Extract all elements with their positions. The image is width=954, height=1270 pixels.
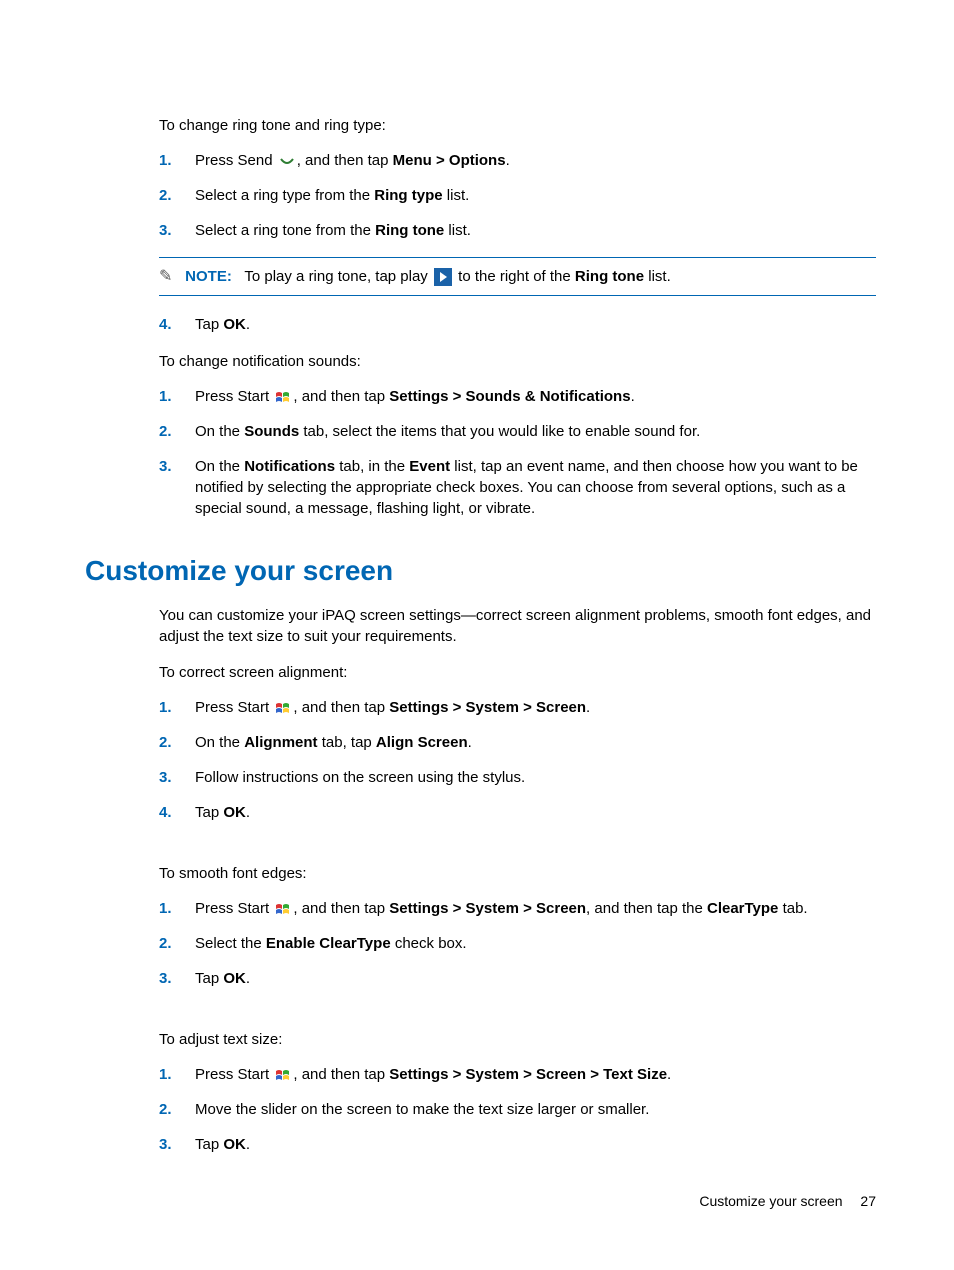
windows-start-icon xyxy=(275,1068,291,1082)
page-number: 27 xyxy=(860,1193,876,1209)
note-box: ✎ NOTE: To play a ring tone, tap play to… xyxy=(159,257,876,296)
step-number: 2. xyxy=(159,1099,195,1120)
sub-heading: To smooth font edges: xyxy=(159,863,876,884)
list-item: 2. Move the slider on the screen to make… xyxy=(159,1099,876,1120)
note-label: NOTE: xyxy=(185,268,232,285)
step-text: Tap OK. xyxy=(195,1134,876,1155)
step-number: 2. xyxy=(159,732,195,753)
step-text: Press Start , and then tap Settings > Sy… xyxy=(195,697,876,718)
step-text: Tap OK. xyxy=(195,968,876,989)
step-number: 1. xyxy=(159,150,195,171)
list-alignment: 1. Press Start , and then tap Settings >… xyxy=(159,697,876,823)
step-number: 4. xyxy=(159,314,195,335)
list-ringtone-cont: 4. Tap OK. xyxy=(159,314,876,335)
send-icon xyxy=(279,155,295,167)
list-item: 3. Follow instructions on the screen usi… xyxy=(159,767,876,788)
page-footer: Customize your screen 27 xyxy=(699,1192,876,1212)
step-number: 1. xyxy=(159,898,195,919)
list-item: 3. Tap OK. xyxy=(159,968,876,989)
footer-title: Customize your screen xyxy=(699,1193,842,1209)
step-text: Move the slider on the screen to make th… xyxy=(195,1099,876,1120)
step-number: 4. xyxy=(159,802,195,823)
play-icon xyxy=(434,268,452,286)
list-item: 3. Tap OK. xyxy=(159,1134,876,1155)
list-textsize: 1. Press Start , and then tap Settings >… xyxy=(159,1064,876,1155)
step-number: 2. xyxy=(159,421,195,442)
list-item: 4. Tap OK. xyxy=(159,314,876,335)
list-item: 3. Select a ring tone from the Ring tone… xyxy=(159,220,876,241)
list-item: 4. Tap OK. xyxy=(159,802,876,823)
step-text: Select a ring type from the Ring type li… xyxy=(195,185,876,206)
list-item: 1. Press Start , and then tap Settings >… xyxy=(159,898,876,919)
note-icon: ✎ xyxy=(159,268,177,286)
list-item: 1. Press Start , and then tap Settings >… xyxy=(159,1064,876,1085)
step-number: 2. xyxy=(159,185,195,206)
document-page: To change ring tone and ring type: 1. Pr… xyxy=(0,0,954,1270)
step-number: 3. xyxy=(159,220,195,241)
step-number: 2. xyxy=(159,933,195,954)
list-ringtone: 1. Press Send , and then tap Menu > Opti… xyxy=(159,150,876,241)
windows-start-icon xyxy=(275,701,291,715)
step-text: Tap OK. xyxy=(195,314,876,335)
step-number: 3. xyxy=(159,767,195,788)
step-text: Press Start , and then tap Settings > So… xyxy=(195,386,876,407)
section-intro: You can customize your iPAQ screen setti… xyxy=(159,605,876,647)
list-item: 3. On the Notifications tab, in the Even… xyxy=(159,456,876,519)
list-item: 2. Select the Enable ClearType check box… xyxy=(159,933,876,954)
list-item: 2. On the Alignment tab, tap Align Scree… xyxy=(159,732,876,753)
intro-ringtone: To change ring tone and ring type: xyxy=(159,115,876,136)
list-cleartype: 1. Press Start , and then tap Settings >… xyxy=(159,898,876,989)
list-item: 1. Press Send , and then tap Menu > Opti… xyxy=(159,150,876,171)
list-notifications: 1. Press Start , and then tap Settings >… xyxy=(159,386,876,519)
list-item: 1. Press Start , and then tap Settings >… xyxy=(159,386,876,407)
sub-heading: To adjust text size: xyxy=(159,1029,876,1050)
step-text: On the Alignment tab, tap Align Screen. xyxy=(195,732,876,753)
step-text: On the Notifications tab, in the Event l… xyxy=(195,456,876,519)
step-number: 3. xyxy=(159,456,195,477)
step-number: 3. xyxy=(159,968,195,989)
step-text: Press Send , and then tap Menu > Options… xyxy=(195,150,876,171)
step-text: Follow instructions on the screen using … xyxy=(195,767,876,788)
section-heading: Customize your screen xyxy=(85,551,876,590)
step-text: Select the Enable ClearType check box. xyxy=(195,933,876,954)
step-text: Press Start , and then tap Settings > Sy… xyxy=(195,1064,876,1085)
step-number: 3. xyxy=(159,1134,195,1155)
windows-start-icon xyxy=(275,390,291,404)
step-text: Select a ring tone from the Ring tone li… xyxy=(195,220,876,241)
step-text: Press Start , and then tap Settings > Sy… xyxy=(195,898,876,919)
step-text: On the Sounds tab, select the items that… xyxy=(195,421,876,442)
step-number: 1. xyxy=(159,1064,195,1085)
step-number: 1. xyxy=(159,697,195,718)
list-item: 1. Press Start , and then tap Settings >… xyxy=(159,697,876,718)
windows-start-icon xyxy=(275,902,291,916)
intro-notifications: To change notification sounds: xyxy=(159,351,876,372)
step-text: Tap OK. xyxy=(195,802,876,823)
sub-heading: To correct screen alignment: xyxy=(159,662,876,683)
list-item: 2. On the Sounds tab, select the items t… xyxy=(159,421,876,442)
step-number: 1. xyxy=(159,386,195,407)
list-item: 2. Select a ring type from the Ring type… xyxy=(159,185,876,206)
